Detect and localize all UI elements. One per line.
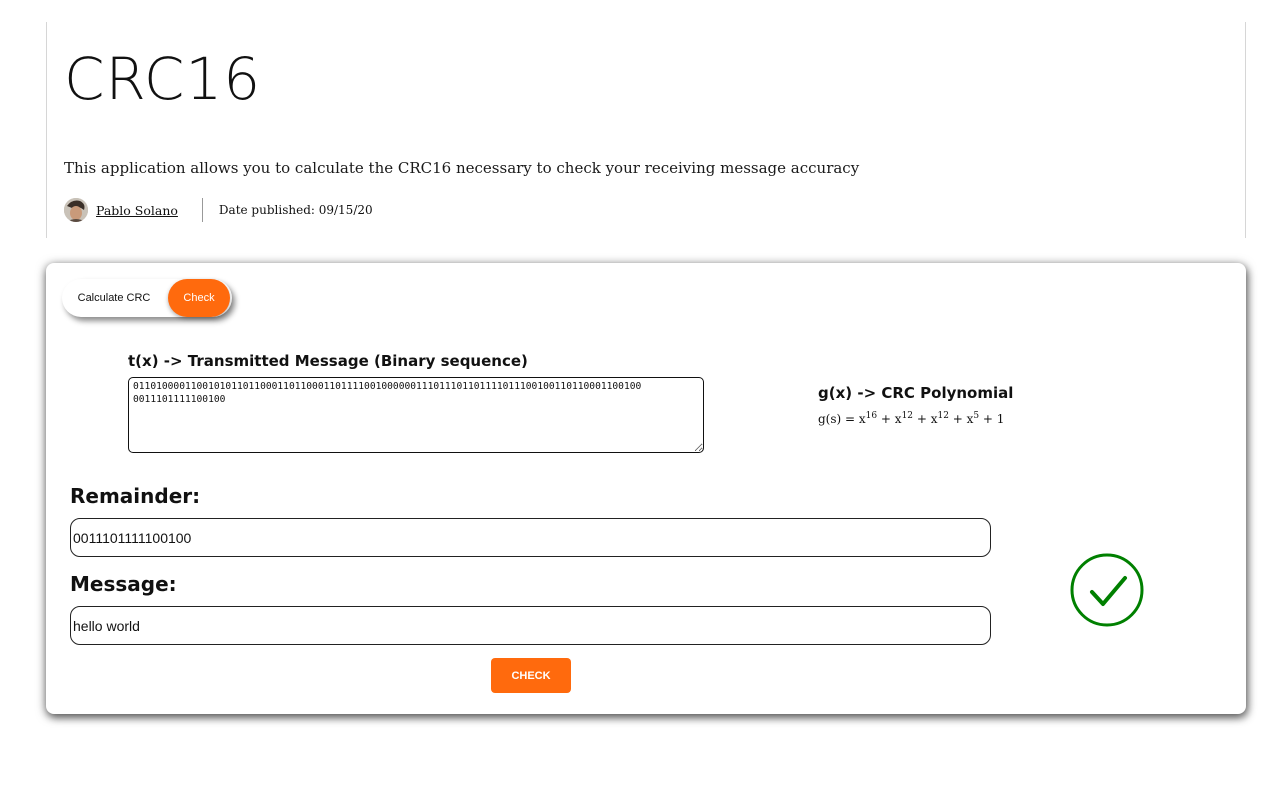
mode-toggle: Calculate CRC Check [62, 279, 232, 317]
page-description: This application allows you to calculate… [64, 159, 860, 177]
article-header: CRC16 This application allows you to cal… [46, 22, 1246, 238]
transmitted-message-input[interactable]: 0110100001100101011011000110110001101111… [128, 377, 704, 453]
transmitted-message-label: t(x) -> Transmitted Message (Binary sequ… [128, 352, 528, 370]
author-link[interactable]: Pablo Solano [96, 203, 178, 218]
checkmark-circle-icon [1069, 552, 1145, 628]
crc-polynomial-label: g(x) -> CRC Polynomial [818, 384, 1014, 402]
check-button[interactable]: CHECK [491, 658, 571, 693]
crc-card: Calculate CRC Check t(x) -> Transmitted … [46, 263, 1246, 714]
date-published: Date published: 09/15/20 [218, 203, 373, 217]
byline-divider [201, 198, 203, 222]
page-title: CRC16 [64, 45, 262, 113]
remainder-input[interactable] [70, 518, 991, 557]
remainder-label: Remainder: [70, 484, 201, 508]
tab-calculate-crc[interactable]: Calculate CRC [62, 279, 166, 317]
message-input[interactable] [70, 606, 991, 645]
tab-check[interactable]: Check [168, 279, 230, 317]
avatar [64, 198, 88, 222]
crc-polynomial-equation: g(s) = x16 + x12 + x12 + x5 + 1 [818, 411, 1005, 426]
byline: Pablo Solano Date published: 09/15/20 [64, 197, 373, 223]
message-label: Message: [70, 572, 177, 596]
